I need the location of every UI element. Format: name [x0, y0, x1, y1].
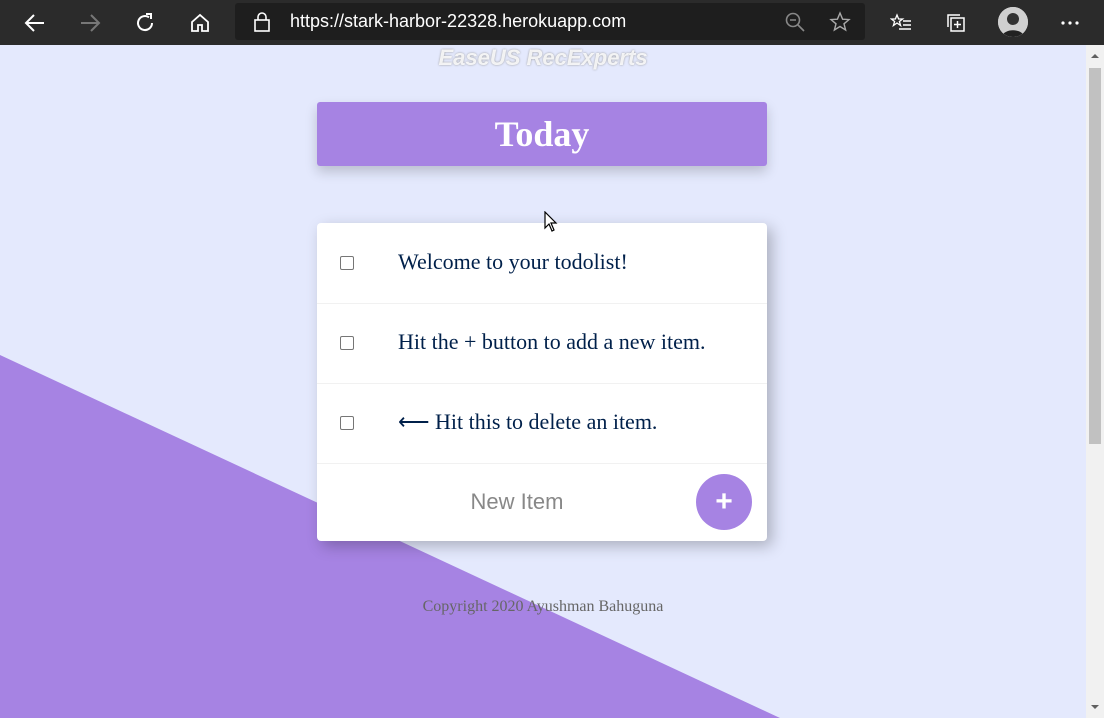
lock-icon[interactable] — [253, 12, 271, 37]
page: EaseUS RecExperts Today Welcome to your … — [0, 45, 1086, 718]
refresh-icon[interactable] — [123, 0, 167, 45]
page-title: Today — [494, 114, 590, 154]
back-icon[interactable] — [13, 0, 57, 45]
list-item: Hit the + button to add a new item. — [317, 303, 767, 384]
item-label: Hit the + button to add a new item. — [398, 329, 706, 354]
todo-list: Welcome to your todolist! Hit the + butt… — [317, 223, 767, 541]
new-item-input[interactable]: New Item — [317, 463, 717, 541]
copyright-footer: Copyright 2020 Ayushman Bahuguna — [422, 598, 664, 615]
browser-toolbar: https://stark-harbor-22328.herokuapp.com — [0, 0, 1104, 45]
item-checkbox[interactable] — [340, 416, 354, 430]
scroll-down-icon[interactable] — [1090, 702, 1100, 712]
zoom-icon[interactable] — [784, 11, 806, 38]
list-item: ⟵ Hit this to delete an item. — [317, 383, 767, 464]
favorites-list-icon[interactable] — [879, 0, 923, 45]
profile-avatar[interactable] — [998, 7, 1028, 37]
collections-icon[interactable] — [934, 0, 978, 45]
vertical-scrollbar[interactable] — [1086, 45, 1104, 718]
more-icon[interactable] — [1048, 0, 1092, 45]
item-checkbox[interactable] — [340, 336, 354, 350]
home-icon[interactable] — [178, 0, 222, 45]
item-checkbox[interactable] — [340, 256, 354, 270]
forward-icon[interactable] — [68, 0, 112, 45]
address-bar[interactable]: https://stark-harbor-22328.herokuapp.com — [235, 3, 865, 40]
url-text[interactable]: https://stark-harbor-22328.herokuapp.com — [290, 3, 626, 40]
favorite-star-icon[interactable] — [829, 11, 851, 38]
new-item-form: New Item + — [317, 463, 767, 541]
scroll-thumb[interactable] — [1089, 68, 1101, 444]
list-item: Welcome to your todolist! — [317, 223, 767, 304]
recorder-watermark: EaseUS RecExperts — [438, 45, 648, 70]
heading-box: Today — [317, 102, 767, 166]
item-label: Welcome to your todolist! — [398, 249, 628, 274]
add-item-button[interactable]: + — [696, 474, 752, 530]
item-label: ⟵ Hit this to delete an item. — [398, 409, 658, 434]
scroll-up-icon[interactable] — [1090, 51, 1100, 61]
mouse-cursor-icon — [544, 211, 558, 232]
